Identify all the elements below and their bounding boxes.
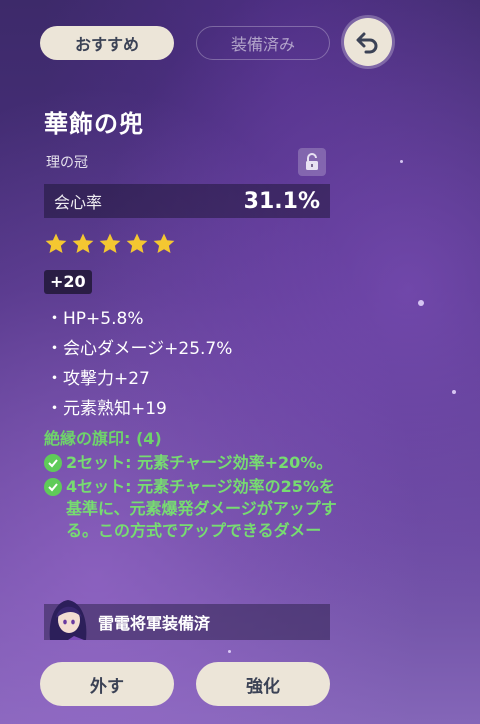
sparkle [452, 390, 456, 394]
sparkle [418, 300, 424, 306]
lock-icon[interactable] [298, 148, 326, 176]
equipped-character-label: 雷電将軍装備済 [98, 614, 211, 633]
set-effect-text: 2セット: 元素チャージ効率+20%。 [66, 453, 333, 472]
level-badge: +20 [44, 270, 92, 294]
star-icon [126, 233, 148, 253]
substat-item: ・元素熟知+19 [46, 399, 167, 419]
main-stat-name: 会心率 [54, 193, 103, 212]
set-effect: 2セット: 元素チャージ効率+20%。 [44, 452, 344, 474]
substat-item: ・会心ダメージ+25.7% [46, 339, 233, 359]
enhance-button[interactable]: 強化 [196, 662, 330, 706]
artifact-name: 華飾の兜 [44, 110, 144, 138]
check-icon [44, 454, 62, 472]
unlock-glyph [306, 153, 318, 170]
star-icon [72, 233, 94, 253]
sparkle [400, 160, 403, 163]
check-icon [44, 478, 62, 496]
back-button[interactable] [344, 18, 392, 66]
tab-recommended[interactable]: おすすめ [40, 26, 174, 60]
set-effect-text: 4セット: 元素チャージ効率の25%を基準に、元素爆発ダメージがアップする。この… [66, 477, 337, 540]
sparkle [228, 650, 231, 653]
tab-equipped[interactable]: 装備済み [196, 26, 330, 60]
artifact-slot-type: 理の冠 [46, 155, 88, 171]
substat-item: ・攻撃力+27 [46, 369, 150, 389]
set-effect: 4セット: 元素チャージ効率の25%を基準に、元素爆発ダメージがアップする。この… [44, 476, 344, 542]
star-icon [99, 233, 121, 253]
main-stat: 会心率 31.1% [44, 184, 330, 218]
character-avatar [49, 600, 87, 640]
back-arrow-icon [356, 32, 378, 54]
substat-list: ・HP+5.8% ・会心ダメージ+25.7% ・攻撃力+27 ・元素熟知+19 [46, 304, 232, 424]
substat-item: ・HP+5.8% [46, 309, 144, 329]
star-icon [45, 233, 67, 253]
main-stat-value: 31.1% [243, 188, 320, 214]
remove-button[interactable]: 外す [40, 662, 174, 706]
star-icon [153, 233, 175, 253]
rarity-stars [44, 232, 176, 256]
set-bonus: 絶縁の旗印: (4) 2セット: 元素チャージ効率+20%。 4セット: 元素チ… [44, 428, 344, 542]
set-name: 絶縁の旗印: (4) [44, 429, 162, 448]
equipped-by-bar: 雷電将軍装備済 [44, 600, 330, 640]
